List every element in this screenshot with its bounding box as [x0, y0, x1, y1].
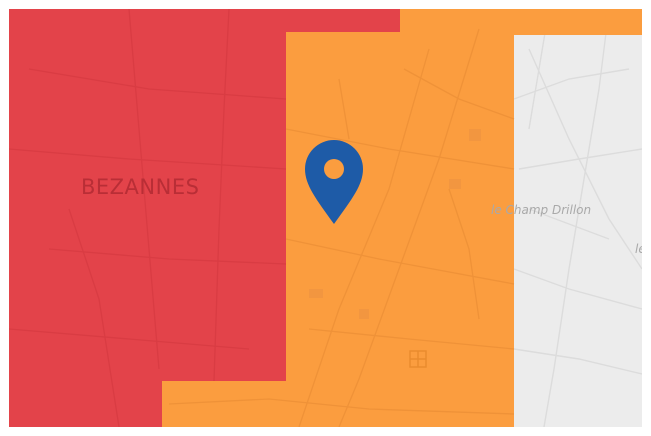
- edge-label: le: [635, 242, 642, 256]
- map-viewport[interactable]: BEZANNES le Champ Drillon le: [9, 9, 642, 427]
- town-label: BEZANNES: [81, 175, 200, 199]
- locality-label: le Champ Drillon: [491, 203, 592, 217]
